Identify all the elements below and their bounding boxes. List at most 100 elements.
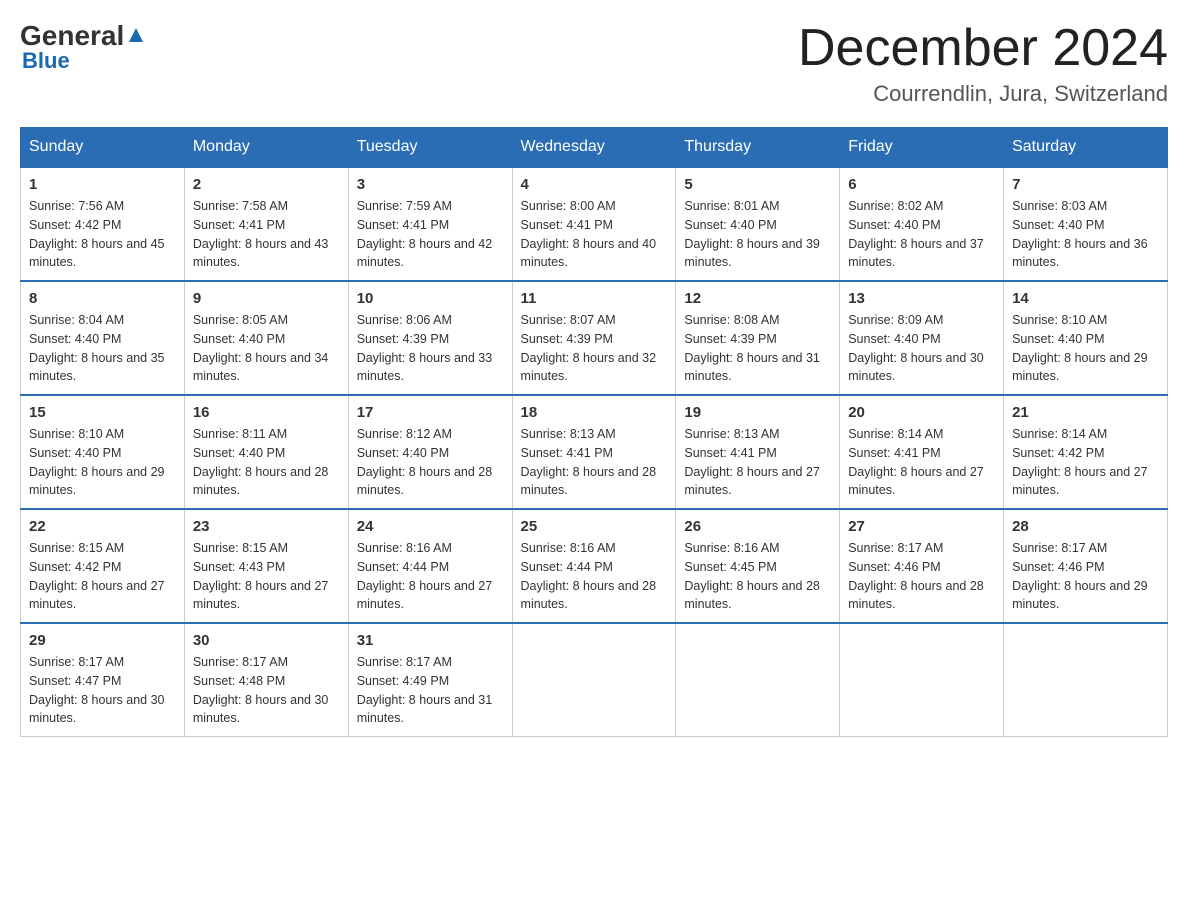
day-number: 6 [848, 176, 995, 193]
day-info: Sunrise: 8:02 AMSunset: 4:40 PMDaylight:… [848, 199, 984, 269]
table-row: 20 Sunrise: 8:14 AMSunset: 4:41 PMDaylig… [840, 395, 1004, 509]
day-info: Sunrise: 8:00 AMSunset: 4:41 PMDaylight:… [521, 199, 657, 269]
day-number: 31 [357, 632, 504, 649]
day-info: Sunrise: 8:14 AMSunset: 4:41 PMDaylight:… [848, 427, 984, 497]
day-info: Sunrise: 8:04 AMSunset: 4:40 PMDaylight:… [29, 313, 165, 383]
day-info: Sunrise: 8:01 AMSunset: 4:40 PMDaylight:… [684, 199, 820, 269]
day-info: Sunrise: 8:08 AMSunset: 4:39 PMDaylight:… [684, 313, 820, 383]
day-number: 3 [357, 176, 504, 193]
table-row: 7 Sunrise: 8:03 AMSunset: 4:40 PMDayligh… [1004, 167, 1168, 281]
day-number: 26 [684, 518, 831, 535]
table-row: 8 Sunrise: 8:04 AMSunset: 4:40 PMDayligh… [21, 281, 185, 395]
day-info: Sunrise: 8:11 AMSunset: 4:40 PMDaylight:… [193, 427, 329, 497]
day-number: 28 [1012, 518, 1159, 535]
table-row: 5 Sunrise: 8:01 AMSunset: 4:40 PMDayligh… [676, 167, 840, 281]
table-row: 30 Sunrise: 8:17 AMSunset: 4:48 PMDaylig… [184, 623, 348, 737]
day-number: 24 [357, 518, 504, 535]
day-info: Sunrise: 8:13 AMSunset: 4:41 PMDaylight:… [684, 427, 820, 497]
day-number: 11 [521, 290, 668, 307]
logo-blue-text: Blue [22, 48, 70, 74]
location-title: Courrendlin, Jura, Switzerland [798, 81, 1168, 107]
table-row [840, 623, 1004, 737]
logo: General Blue [20, 20, 145, 74]
day-info: Sunrise: 8:07 AMSunset: 4:39 PMDaylight:… [521, 313, 657, 383]
day-info: Sunrise: 8:17 AMSunset: 4:46 PMDaylight:… [848, 541, 984, 611]
table-row: 18 Sunrise: 8:13 AMSunset: 4:41 PMDaylig… [512, 395, 676, 509]
table-row: 24 Sunrise: 8:16 AMSunset: 4:44 PMDaylig… [348, 509, 512, 623]
day-info: Sunrise: 7:58 AMSunset: 4:41 PMDaylight:… [193, 199, 329, 269]
table-row: 31 Sunrise: 8:17 AMSunset: 4:49 PMDaylig… [348, 623, 512, 737]
day-number: 29 [29, 632, 176, 649]
day-number: 23 [193, 518, 340, 535]
day-number: 20 [848, 404, 995, 421]
day-info: Sunrise: 8:16 AMSunset: 4:45 PMDaylight:… [684, 541, 820, 611]
calendar-week-row: 8 Sunrise: 8:04 AMSunset: 4:40 PMDayligh… [21, 281, 1168, 395]
day-number: 21 [1012, 404, 1159, 421]
day-number: 1 [29, 176, 176, 193]
table-row [1004, 623, 1168, 737]
calendar-week-row: 22 Sunrise: 8:15 AMSunset: 4:42 PMDaylig… [21, 509, 1168, 623]
table-row: 3 Sunrise: 7:59 AMSunset: 4:41 PMDayligh… [348, 167, 512, 281]
day-info: Sunrise: 8:15 AMSunset: 4:43 PMDaylight:… [193, 541, 329, 611]
col-tuesday: Tuesday [348, 128, 512, 168]
table-row: 14 Sunrise: 8:10 AMSunset: 4:40 PMDaylig… [1004, 281, 1168, 395]
month-title: December 2024 [798, 20, 1168, 77]
day-info: Sunrise: 8:15 AMSunset: 4:42 PMDaylight:… [29, 541, 165, 611]
day-info: Sunrise: 8:17 AMSunset: 4:46 PMDaylight:… [1012, 541, 1148, 611]
day-number: 13 [848, 290, 995, 307]
col-friday: Friday [840, 128, 1004, 168]
day-number: 19 [684, 404, 831, 421]
day-info: Sunrise: 8:12 AMSunset: 4:40 PMDaylight:… [357, 427, 493, 497]
table-row: 17 Sunrise: 8:12 AMSunset: 4:40 PMDaylig… [348, 395, 512, 509]
day-info: Sunrise: 8:06 AMSunset: 4:39 PMDaylight:… [357, 313, 493, 383]
table-row: 23 Sunrise: 8:15 AMSunset: 4:43 PMDaylig… [184, 509, 348, 623]
calendar-table: Sunday Monday Tuesday Wednesday Thursday… [20, 127, 1168, 737]
table-row: 21 Sunrise: 8:14 AMSunset: 4:42 PMDaylig… [1004, 395, 1168, 509]
day-number: 25 [521, 518, 668, 535]
day-number: 17 [357, 404, 504, 421]
day-info: Sunrise: 7:56 AMSunset: 4:42 PMDaylight:… [29, 199, 165, 269]
day-number: 16 [193, 404, 340, 421]
table-row [676, 623, 840, 737]
table-row: 28 Sunrise: 8:17 AMSunset: 4:46 PMDaylig… [1004, 509, 1168, 623]
col-sunday: Sunday [21, 128, 185, 168]
day-number: 2 [193, 176, 340, 193]
col-monday: Monday [184, 128, 348, 168]
day-info: Sunrise: 8:16 AMSunset: 4:44 PMDaylight:… [357, 541, 493, 611]
col-saturday: Saturday [1004, 128, 1168, 168]
day-number: 7 [1012, 176, 1159, 193]
table-row: 26 Sunrise: 8:16 AMSunset: 4:45 PMDaylig… [676, 509, 840, 623]
table-row [512, 623, 676, 737]
day-number: 12 [684, 290, 831, 307]
calendar-week-row: 29 Sunrise: 8:17 AMSunset: 4:47 PMDaylig… [21, 623, 1168, 737]
table-row: 1 Sunrise: 7:56 AMSunset: 4:42 PMDayligh… [21, 167, 185, 281]
day-info: Sunrise: 8:16 AMSunset: 4:44 PMDaylight:… [521, 541, 657, 611]
day-number: 10 [357, 290, 504, 307]
col-wednesday: Wednesday [512, 128, 676, 168]
day-info: Sunrise: 8:10 AMSunset: 4:40 PMDaylight:… [29, 427, 165, 497]
table-row: 4 Sunrise: 8:00 AMSunset: 4:41 PMDayligh… [512, 167, 676, 281]
day-info: Sunrise: 8:14 AMSunset: 4:42 PMDaylight:… [1012, 427, 1148, 497]
table-row: 12 Sunrise: 8:08 AMSunset: 4:39 PMDaylig… [676, 281, 840, 395]
day-info: Sunrise: 8:17 AMSunset: 4:49 PMDaylight:… [357, 655, 493, 725]
table-row: 6 Sunrise: 8:02 AMSunset: 4:40 PMDayligh… [840, 167, 1004, 281]
day-info: Sunrise: 8:05 AMSunset: 4:40 PMDaylight:… [193, 313, 329, 383]
day-number: 22 [29, 518, 176, 535]
table-row: 16 Sunrise: 8:11 AMSunset: 4:40 PMDaylig… [184, 395, 348, 509]
day-number: 15 [29, 404, 176, 421]
day-info: Sunrise: 8:17 AMSunset: 4:48 PMDaylight:… [193, 655, 329, 725]
day-number: 9 [193, 290, 340, 307]
day-info: Sunrise: 8:09 AMSunset: 4:40 PMDaylight:… [848, 313, 984, 383]
day-info: Sunrise: 8:17 AMSunset: 4:47 PMDaylight:… [29, 655, 165, 725]
day-number: 4 [521, 176, 668, 193]
day-number: 30 [193, 632, 340, 649]
calendar-header-row: Sunday Monday Tuesday Wednesday Thursday… [21, 128, 1168, 168]
table-row: 27 Sunrise: 8:17 AMSunset: 4:46 PMDaylig… [840, 509, 1004, 623]
calendar-week-row: 1 Sunrise: 7:56 AMSunset: 4:42 PMDayligh… [21, 167, 1168, 281]
page-header: General Blue December 2024 Courrendlin, … [20, 20, 1168, 107]
day-info: Sunrise: 8:10 AMSunset: 4:40 PMDaylight:… [1012, 313, 1148, 383]
table-row: 10 Sunrise: 8:06 AMSunset: 4:39 PMDaylig… [348, 281, 512, 395]
table-row: 9 Sunrise: 8:05 AMSunset: 4:40 PMDayligh… [184, 281, 348, 395]
table-row: 29 Sunrise: 8:17 AMSunset: 4:47 PMDaylig… [21, 623, 185, 737]
table-row: 25 Sunrise: 8:16 AMSunset: 4:44 PMDaylig… [512, 509, 676, 623]
